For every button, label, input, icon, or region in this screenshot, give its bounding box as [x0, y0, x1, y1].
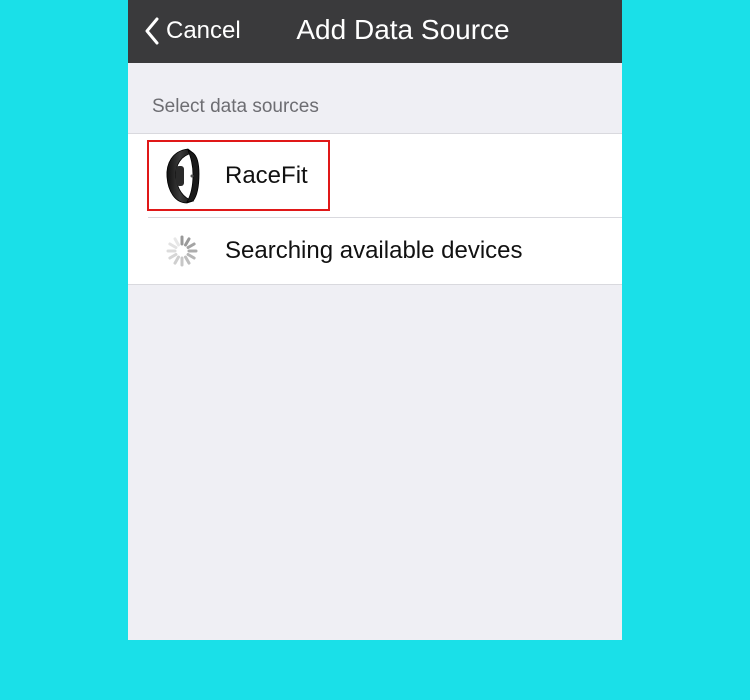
fitness-band-icon	[162, 146, 202, 206]
racefit-label: RaceFit	[225, 161, 308, 189]
spinner-icon	[162, 234, 202, 268]
navigation-bar: Cancel Add Data Source	[128, 0, 622, 63]
list-item-racefit[interactable]: RaceFit	[128, 134, 622, 218]
list-item-searching: Searching available devices	[128, 217, 622, 284]
cancel-button[interactable]: Cancel	[144, 14, 241, 48]
cancel-label: Cancel	[166, 17, 241, 44]
chevron-left-icon	[145, 17, 159, 45]
searching-label: Searching available devices	[225, 236, 523, 264]
app-screen: Cancel Add Data Source Select data sourc…	[128, 0, 622, 640]
section-header: Select data sources	[152, 96, 319, 117]
data-source-list: RaceFit Searching available devices	[128, 133, 622, 285]
page-title: Add Data Source	[296, 14, 510, 45]
